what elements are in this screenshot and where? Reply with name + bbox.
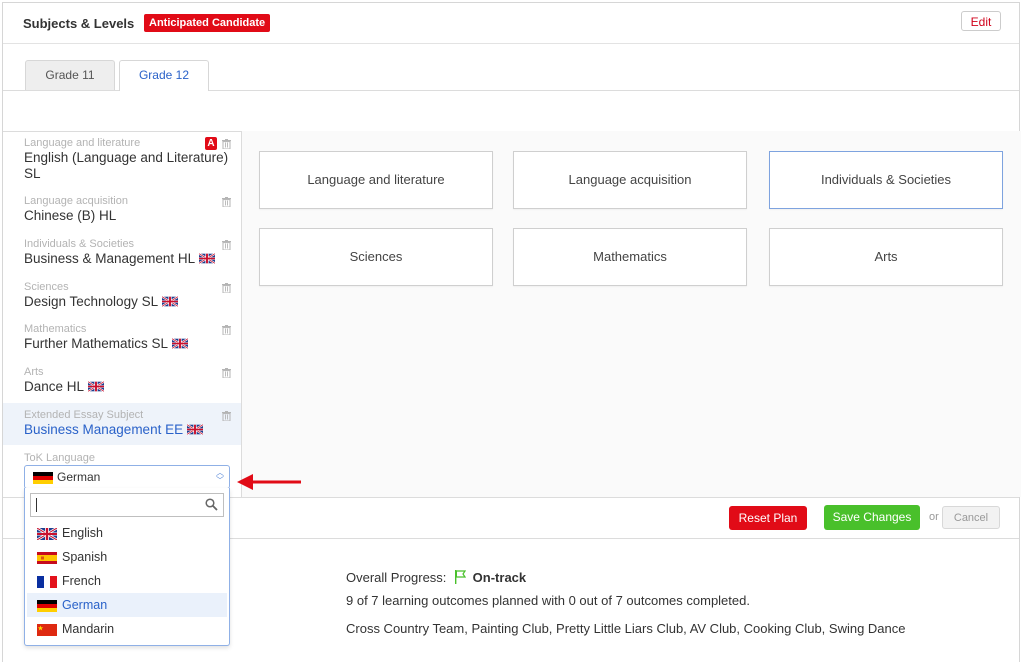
- subject-name-row: Design Technology SL: [24, 294, 241, 310]
- subject-category: Sciences: [24, 281, 69, 293]
- outcomes-summary: 9 of 7 learning outcomes planned with 0 …: [346, 593, 750, 608]
- panel-title: Subjects & Levels: [23, 16, 135, 31]
- category-language-literature[interactable]: Language and literature: [259, 151, 493, 209]
- tok-selected-value: German: [57, 470, 101, 484]
- tok-language-select[interactable]: German ︿ ﹀: [24, 465, 230, 489]
- progress-status: On-track: [472, 570, 527, 585]
- spain-flag-icon: [37, 552, 57, 564]
- germany-flag-icon: [37, 600, 57, 612]
- reset-plan-button[interactable]: Reset Plan: [729, 506, 807, 530]
- china-flag-icon: [37, 624, 57, 636]
- cancel-button[interactable]: Cancel: [942, 506, 1000, 529]
- tab-grade-12[interactable]: Grade 12: [119, 60, 209, 91]
- category-arts[interactable]: Arts: [769, 228, 1003, 286]
- subject-item-individuals-societies[interactable]: Individuals & Societies Business & Manag…: [3, 232, 241, 274]
- category-language-acquisition[interactable]: Language acquisition: [513, 151, 747, 209]
- option-label: French: [62, 574, 101, 588]
- subject-group-picker: Language and literature Language acquisi…: [242, 131, 1021, 497]
- category-mathematics[interactable]: Mathematics: [513, 228, 747, 286]
- subject-name: Dance HL: [24, 379, 85, 394]
- selected-subjects-list: Language and literature English (Languag…: [3, 131, 242, 497]
- subject-name: Further Mathematics SL: [24, 336, 169, 351]
- chevron-updown-icon: ︿ ﹀: [216, 468, 224, 485]
- red-arrow-annotation-icon: [237, 474, 301, 490]
- subject-name: Business & Management HL: [24, 251, 196, 266]
- subject-item-extended-essay[interactable]: Extended Essay Subject Business Manageme…: [3, 403, 241, 445]
- anticipated-candidate-badge: Anticipated Candidate: [144, 14, 271, 32]
- trash-icon[interactable]: [222, 197, 231, 207]
- option-label: Spanish: [62, 550, 108, 564]
- tab-toolbar-area: [3, 91, 1019, 132]
- language-search-input[interactable]: [31, 494, 207, 518]
- subjects-panel: Subjects & Levels Anticipated Candidate …: [2, 2, 1021, 662]
- subject-name: Design Technology SL: [24, 294, 159, 309]
- subject-item-language-literature[interactable]: Language and literature English (Languag…: [3, 131, 241, 187]
- uk-flag-icon: [199, 253, 215, 264]
- subject-item-language-acquisition[interactable]: Language acquisition Chinese (B) HL: [3, 189, 241, 231]
- grade-tabs: Grade 11 Grade 12: [3, 43, 1019, 91]
- activities-summary: Cross Country Team, Painting Club, Prett…: [346, 621, 906, 636]
- anticipated-a-badge: A: [205, 137, 217, 150]
- trash-icon[interactable]: [222, 283, 231, 293]
- subject-name: English (Language and Literature) SL: [24, 150, 229, 181]
- option-french[interactable]: French: [27, 569, 227, 593]
- tab-grade-11[interactable]: Grade 11: [25, 60, 115, 90]
- uk-flag-icon: [37, 528, 57, 540]
- subject-category: Mathematics: [24, 323, 87, 335]
- search-icon: [205, 498, 218, 511]
- subject-item-sciences[interactable]: Sciences Design Technology SL: [3, 275, 241, 317]
- trash-icon[interactable]: [222, 139, 231, 149]
- trash-icon[interactable]: [222, 411, 231, 421]
- panel-header: Subjects & Levels Anticipated Candidate …: [3, 3, 1019, 44]
- subject-item-mathematics[interactable]: Mathematics Further Mathematics SL: [3, 317, 241, 359]
- uk-flag-icon: [162, 296, 178, 307]
- subject-name: Business Management EE: [24, 422, 184, 437]
- subject-category: Arts: [24, 366, 44, 378]
- edit-button[interactable]: Edit: [961, 11, 1001, 31]
- save-changes-button[interactable]: Save Changes: [824, 505, 920, 530]
- subject-category: Language acquisition: [24, 195, 128, 207]
- option-label: German: [62, 598, 108, 612]
- option-german[interactable]: German: [27, 593, 227, 617]
- or-separator: or: [929, 511, 939, 523]
- option-spanish[interactable]: Spanish: [27, 545, 227, 569]
- subject-name-row: Dance HL: [24, 379, 241, 395]
- option-mandarin[interactable]: Mandarin: [27, 617, 227, 641]
- tok-language-label: ToK Language: [24, 452, 95, 464]
- uk-flag-icon: [187, 424, 203, 435]
- subject-category: Extended Essay Subject: [24, 409, 144, 421]
- option-label: Mandarin: [62, 622, 115, 636]
- progress-label: Overall Progress:: [346, 570, 447, 585]
- subject-name: Chinese (B) HL: [24, 208, 117, 223]
- uk-flag-icon: [88, 381, 104, 392]
- germany-flag-icon: [33, 472, 53, 484]
- subject-name-row: Business & Management HL: [24, 251, 241, 267]
- category-sciences[interactable]: Sciences: [259, 228, 493, 286]
- subject-name-row: Business Management EE: [24, 422, 241, 438]
- uk-flag-icon: [172, 338, 188, 349]
- option-label: English: [62, 526, 103, 540]
- subject-category: Individuals & Societies: [24, 238, 135, 250]
- dropdown-search: [30, 493, 224, 518]
- tok-language-dropdown: English Spanish French German Mandarin: [24, 488, 230, 646]
- overall-progress: Overall Progress: On-track: [346, 570, 526, 585]
- subject-name-row: Further Mathematics SL: [24, 336, 241, 352]
- france-flag-icon: [37, 576, 57, 588]
- trash-icon[interactable]: [222, 240, 231, 250]
- trash-icon[interactable]: [222, 325, 231, 335]
- subject-item-arts[interactable]: Arts Dance HL: [3, 360, 241, 402]
- option-english[interactable]: English: [27, 521, 227, 545]
- category-individuals-societies[interactable]: Individuals & Societies: [769, 151, 1003, 209]
- flag-icon: [455, 570, 467, 584]
- trash-icon[interactable]: [222, 368, 231, 378]
